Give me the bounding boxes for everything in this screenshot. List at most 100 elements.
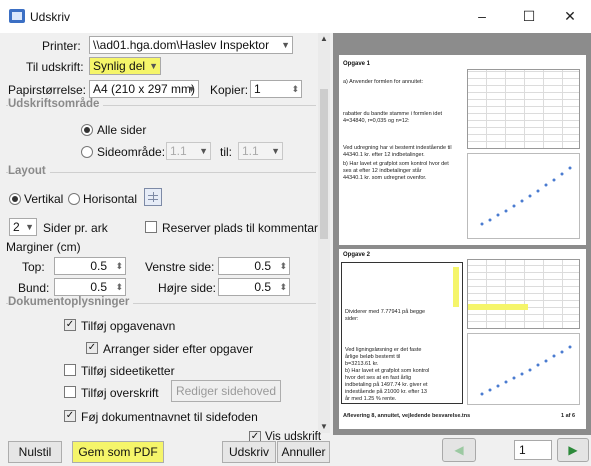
reset-button[interactable]: Nulstil bbox=[8, 441, 62, 463]
stepper-arrows-icon[interactable]: ⬍ bbox=[115, 279, 123, 295]
page-number-input[interactable]: 1 bbox=[514, 440, 552, 460]
chevron-down-icon: ▼ bbox=[271, 146, 280, 156]
preview-task2-title: Opgave 2 bbox=[343, 252, 371, 258]
margin-bottom-stepper[interactable]: 0.5 ⬍ bbox=[54, 278, 126, 296]
paper-select[interactable]: A4 (210 x 297 mm) ▼ bbox=[89, 80, 199, 98]
range-from-select[interactable]: 1.1 ▼ bbox=[166, 142, 211, 160]
landscape-label: Horisontal bbox=[83, 192, 138, 206]
all-pages-radio[interactable] bbox=[81, 124, 93, 136]
task-names-checkbox[interactable]: ✓ bbox=[64, 319, 76, 331]
layout-title: Layout bbox=[8, 165, 50, 177]
preview-task1-line: 4=34840, r=0,035 og n=12: bbox=[343, 118, 410, 124]
pages-per-sheet-select[interactable]: 2 ▼ bbox=[9, 218, 37, 236]
all-pages-label: Alle sider bbox=[97, 123, 147, 137]
page-layout-icon[interactable] bbox=[144, 188, 162, 206]
preview-task2-line: sider: bbox=[345, 316, 359, 322]
margin-left-value: 0.5 bbox=[254, 259, 271, 273]
preview-spreadsheet bbox=[467, 259, 580, 329]
chevron-down-icon: ▼ bbox=[187, 84, 196, 94]
arrange-checkbox[interactable]: ✓ bbox=[86, 342, 98, 354]
page-range-radio[interactable] bbox=[81, 146, 93, 158]
layout-section: Layout Vertikal Horisontal 2 ▼ Sider pr.… bbox=[6, 165, 318, 296]
pages-per-sheet-value: 2 bbox=[13, 220, 20, 234]
scroll-up-icon[interactable]: ▲ bbox=[318, 33, 330, 45]
header-checkbox[interactable] bbox=[64, 386, 76, 398]
page-labels-checkbox[interactable] bbox=[64, 364, 76, 376]
stepper-arrows-icon[interactable]: ⬍ bbox=[279, 258, 287, 274]
document-info-section: Dokumentoplysninger ✓ Tilføj opgavenavn … bbox=[6, 296, 316, 428]
preview-task2-line: Dividerer med 7.77941 på begge bbox=[345, 309, 426, 315]
settings-panel: Printer: \\ad01.hga.dom\Haslev Inspektor… bbox=[6, 33, 318, 435]
margin-right-label: Højre side: bbox=[158, 281, 217, 295]
print-app-icon bbox=[9, 9, 25, 23]
preview-task1-line: b) Har lavet et grafplot som kontrol hvo… bbox=[343, 161, 449, 167]
header-label: Tilføj overskrift bbox=[81, 386, 159, 400]
previous-page-icon[interactable]: ◀ bbox=[442, 438, 476, 462]
preview-scatter bbox=[480, 166, 572, 226]
stepper-arrows-icon[interactable]: ⬍ bbox=[279, 279, 287, 295]
preview-task2-line: år med 1.25 % rente. bbox=[345, 396, 397, 402]
preview-page-of: 1 af 6 bbox=[561, 413, 576, 419]
window-title: Udskriv bbox=[30, 10, 71, 24]
stepper-arrows-icon[interactable]: ⬍ bbox=[115, 258, 123, 274]
edit-header-button[interactable]: Rediger sidehoved bbox=[171, 380, 281, 402]
page-labels-label: Tilføj sideetiketter bbox=[81, 364, 175, 378]
landscape-radio[interactable] bbox=[68, 193, 80, 205]
preview-task2-line: b) Har lavet et grafplot som kontrol bbox=[345, 368, 430, 374]
footer-checkbox[interactable]: ✓ bbox=[64, 410, 76, 422]
print-what-label: Til udskrift: bbox=[26, 60, 84, 74]
settings-scrollbar[interactable]: ▲ ▼ bbox=[318, 33, 330, 433]
margin-right-value: 0.5 bbox=[254, 280, 271, 294]
portrait-radio[interactable] bbox=[9, 193, 21, 205]
copies-label: Kopier: bbox=[210, 83, 249, 97]
print-button[interactable]: Udskriv bbox=[222, 441, 276, 463]
preview-task1-line: ses at efter 12 indbetalinger står bbox=[343, 168, 422, 174]
printer-label: Printer: bbox=[42, 39, 81, 53]
task-names-label: Tilføj opgavenavn bbox=[81, 319, 176, 333]
stepper-arrows-icon[interactable]: ⬍ bbox=[291, 81, 299, 97]
printer-select[interactable]: \\ad01.hga.dom\Haslev Inspektor ▼ bbox=[89, 36, 293, 54]
range-to-select[interactable]: 1.1 ▼ bbox=[238, 142, 283, 160]
preview-task2-line: indestående på 21000 kr. efter 13 bbox=[345, 389, 427, 395]
margin-right-stepper[interactable]: 0.5 ⬍ bbox=[218, 278, 290, 296]
maximize-button[interactable]: ☐ bbox=[509, 4, 549, 30]
save-pdf-button[interactable]: Gem som PDF bbox=[72, 441, 164, 463]
margins-label: Marginer (cm) bbox=[6, 240, 81, 254]
preview-task1-line: rabatter du bandte stamme i formlen idet bbox=[343, 111, 443, 117]
minimize-button[interactable]: – bbox=[462, 4, 502, 30]
arrange-label: Arranger sider efter opgaver bbox=[103, 342, 254, 356]
footer-label: Føj dokumentnavnet til sidefoden bbox=[81, 410, 258, 424]
print-preview: Opgave 1 a) Anvender formlen for annuite… bbox=[333, 33, 591, 435]
preview-row-highlight bbox=[468, 304, 528, 310]
range-to-label: til: bbox=[220, 145, 232, 159]
preview-task1-line: Ved udregning har vi bestemt indestående… bbox=[343, 145, 452, 151]
page-range-label: Sideområde: bbox=[97, 145, 166, 159]
paper-label: Papirstørrelse: bbox=[8, 83, 87, 97]
preview-task1-line: 44340.1 kr. efter 12 indbetalinger. bbox=[343, 152, 425, 158]
preview-footer: Aflevering 8, annuitet, vejledende besva… bbox=[343, 413, 471, 419]
title-bar: Udskriv – ☐ ✕ bbox=[0, 0, 591, 33]
preview-task2-line: Ved ligningsløsning er det faste bbox=[345, 347, 422, 353]
margin-left-stepper[interactable]: 0.5 ⬍ bbox=[218, 257, 290, 275]
margin-top-label: Top: bbox=[22, 260, 45, 274]
chevron-down-icon: ▼ bbox=[199, 146, 208, 156]
reserve-comments-checkbox[interactable] bbox=[145, 221, 157, 233]
preview-task2-line: b=3213.61 kr. bbox=[345, 361, 379, 367]
chevron-down-icon: ▼ bbox=[25, 222, 34, 232]
preview-task1-title: Opgave 1 bbox=[343, 61, 371, 67]
printer-value: \\ad01.hga.dom\Haslev Inspektor bbox=[93, 38, 270, 52]
preview-graph bbox=[467, 153, 580, 239]
scrollbar-thumb[interactable] bbox=[320, 89, 328, 239]
cancel-button[interactable]: Annuller bbox=[277, 441, 330, 463]
copies-stepper[interactable]: 1 ⬍ bbox=[250, 80, 302, 98]
preview-page-bottom: Opgave 2 Dividerer med 7.77941 på begge … bbox=[339, 249, 586, 429]
preview-highlight bbox=[453, 267, 459, 307]
close-button[interactable]: ✕ bbox=[550, 4, 590, 30]
reserve-comments-label: Reserver plads til kommentarer bbox=[162, 221, 318, 235]
margin-top-stepper[interactable]: 0.5 ⬍ bbox=[54, 257, 126, 275]
next-page-icon[interactable]: ▶ bbox=[557, 438, 589, 462]
paper-value: A4 (210 x 297 mm) bbox=[93, 82, 196, 96]
preview-task2-line: hvor det ses at en fast årlig bbox=[345, 375, 412, 381]
preview-task2-line: årlige beløb bestemt til bbox=[345, 354, 401, 360]
print-what-select[interactable]: Synlig del ▼ bbox=[89, 57, 161, 75]
